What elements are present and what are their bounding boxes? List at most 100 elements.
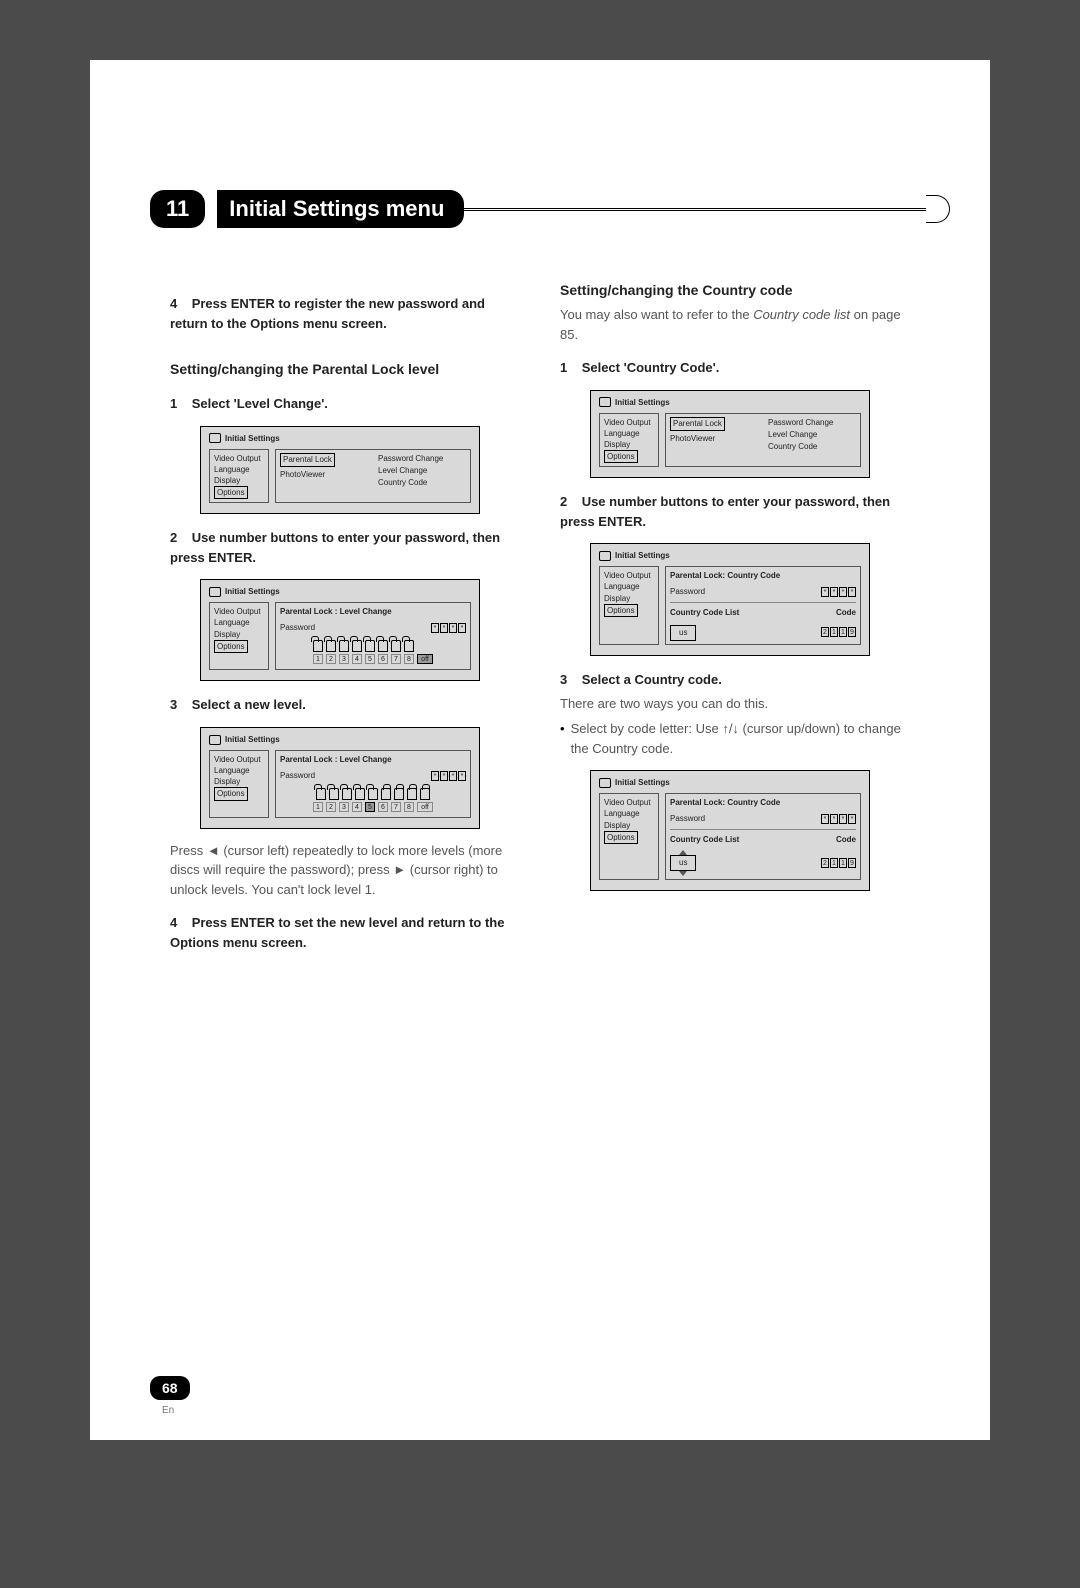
- step-4-register: 4 Press ENTER to register the new passwo…: [170, 294, 520, 333]
- lock-closed-icon: [407, 788, 417, 800]
- step-number: 2: [560, 494, 567, 509]
- sidebar-item: Video Output: [604, 797, 654, 808]
- ui-screenshot-level-menu: Initial Settings Video Output Language D…: [200, 426, 480, 515]
- cursor-right-icon: ►: [393, 860, 406, 880]
- step-title: Select 'Level Change'.: [192, 396, 328, 411]
- triangle-down-icon: [679, 871, 687, 876]
- step-number: 3: [560, 672, 567, 687]
- lock-open-icon: [339, 640, 349, 652]
- submenu-item: Level Change: [378, 465, 466, 477]
- password-boxes: ****: [820, 586, 856, 598]
- right-column: Setting/changing the Country code You ma…: [560, 280, 910, 952]
- lock-open-icon: [316, 788, 326, 800]
- lock-icon-row: [280, 788, 466, 800]
- step-number: 1: [170, 396, 177, 411]
- step-title: Press ENTER to set the new level and ret…: [170, 915, 504, 950]
- manual-page: 11 Initial Settings menu 4 Press ENTER t…: [90, 60, 990, 1440]
- lock-open-icon: [352, 640, 362, 652]
- country-code-intro: You may also want to refer to the Countr…: [560, 305, 910, 344]
- ui-sidebar: Video Output Language Display Options: [209, 750, 269, 818]
- sidebar-item: Language: [604, 808, 654, 819]
- sidebar-item: Language: [604, 428, 654, 439]
- ui-header: Initial Settings: [599, 397, 861, 409]
- step-title: Use number buttons to enter your passwor…: [170, 530, 500, 565]
- ui-sidebar: Video Output Language Display Options: [599, 566, 659, 645]
- page-language: En: [162, 1405, 174, 1416]
- step-number: 2: [170, 530, 177, 545]
- lock-open-icon: [368, 788, 378, 800]
- step-title: Select 'Country Code'.: [582, 360, 720, 375]
- step-number: 4: [170, 915, 177, 930]
- step-1-level: 1 Select 'Level Change'.: [170, 394, 520, 414]
- step-4-set-level: 4 Press ENTER to set the new level and r…: [170, 913, 520, 952]
- pane-item-selected: Parental Lock: [280, 453, 335, 467]
- ui-pane: Parental Lock PhotoViewer Password Chang…: [665, 413, 861, 468]
- panel-title: Parental Lock: Country Code: [670, 797, 856, 809]
- password-boxes: ****: [430, 770, 466, 782]
- sidebar-item: Language: [214, 765, 264, 776]
- lock-open-icon: [378, 640, 388, 652]
- password-label: Password: [280, 622, 315, 634]
- country-value: us: [670, 625, 696, 641]
- sidebar-item: Display: [214, 475, 264, 486]
- cursor-left-icon: ◄: [207, 841, 220, 861]
- ui-pane: Parental Lock PhotoViewer Password Chang…: [275, 449, 471, 504]
- sidebar-item: Language: [214, 464, 264, 475]
- sidebar-item: Display: [214, 776, 264, 787]
- submenu-item: Country Code: [378, 477, 466, 489]
- step-1-country: 1 Select 'Country Code'.: [560, 358, 910, 378]
- sidebar-item: Video Output: [214, 453, 264, 464]
- lock-open-icon: [355, 788, 365, 800]
- submenu-item: Country Code: [768, 441, 856, 453]
- step-number: 3: [170, 697, 177, 712]
- ui-screenshot-country-menu: Initial Settings Video Output Language D…: [590, 390, 870, 479]
- step-title: Press ENTER to register the new password…: [170, 296, 485, 331]
- ui-sidebar: Video Output Language Display Options: [599, 413, 659, 468]
- step-3-select-country: 3 Select a Country code.: [560, 670, 910, 690]
- sidebar-item: Video Output: [604, 570, 654, 581]
- panel-title: Parental Lock : Level Change: [280, 754, 466, 766]
- password-label: Password: [670, 586, 705, 598]
- chapter-header: 11 Initial Settings menu: [150, 190, 950, 228]
- sidebar-item: Language: [604, 581, 654, 592]
- sidebar-item: Language: [214, 617, 264, 628]
- ui-sidebar: Video Output Language Display Options: [209, 449, 269, 504]
- lock-open-icon: [404, 640, 414, 652]
- lock-closed-icon: [381, 788, 391, 800]
- sidebar-item: Video Output: [214, 606, 264, 617]
- ui-header: Initial Settings: [209, 734, 471, 746]
- chapter-endcap: [926, 195, 950, 223]
- sidebar-item-selected: Options: [214, 486, 248, 499]
- ui-sidebar: Video Output Language Display Options: [209, 602, 269, 670]
- sidebar-item-selected: Options: [604, 831, 638, 844]
- panel-title: Parental Lock: Country Code: [670, 570, 856, 582]
- lock-open-icon: [326, 640, 336, 652]
- lock-open-icon: [365, 640, 375, 652]
- lock-open-icon: [342, 788, 352, 800]
- password-label: Password: [670, 813, 705, 825]
- sidebar-item: Display: [604, 820, 654, 831]
- lock-icon-row: [280, 640, 466, 652]
- submenu-item: Level Change: [768, 429, 856, 441]
- lock-open-icon: [329, 788, 339, 800]
- chapter-rule: [458, 208, 926, 211]
- ui-header: Initial Settings: [599, 550, 861, 562]
- code-label: Code: [836, 834, 856, 846]
- ui-header: Initial Settings: [209, 586, 471, 598]
- cursor-explanation: Press ◄ (cursor left) repeatedly to lock…: [170, 841, 520, 900]
- step-2-password: 2 Use number buttons to enter your passw…: [170, 528, 520, 567]
- step-number: 4: [170, 296, 177, 311]
- page-number: 68: [150, 1376, 190, 1400]
- panel-title: Parental Lock : Level Change: [280, 606, 466, 618]
- ui-header: Initial Settings: [599, 777, 861, 789]
- ui-pane: Parental Lock: Country Code Password ***…: [665, 793, 861, 880]
- sidebar-item-selected: Options: [604, 604, 638, 617]
- ui-header: Initial Settings: [209, 433, 471, 445]
- sidebar-item: Display: [604, 439, 654, 450]
- section-parental-level: Setting/changing the Parental Lock level: [170, 359, 520, 380]
- sidebar-item-selected: Options: [214, 787, 248, 800]
- code-label: Code: [836, 607, 856, 619]
- step-title: Select a Country code.: [582, 672, 722, 687]
- password-boxes: ****: [430, 622, 466, 634]
- chapter-title: Initial Settings menu: [217, 190, 464, 228]
